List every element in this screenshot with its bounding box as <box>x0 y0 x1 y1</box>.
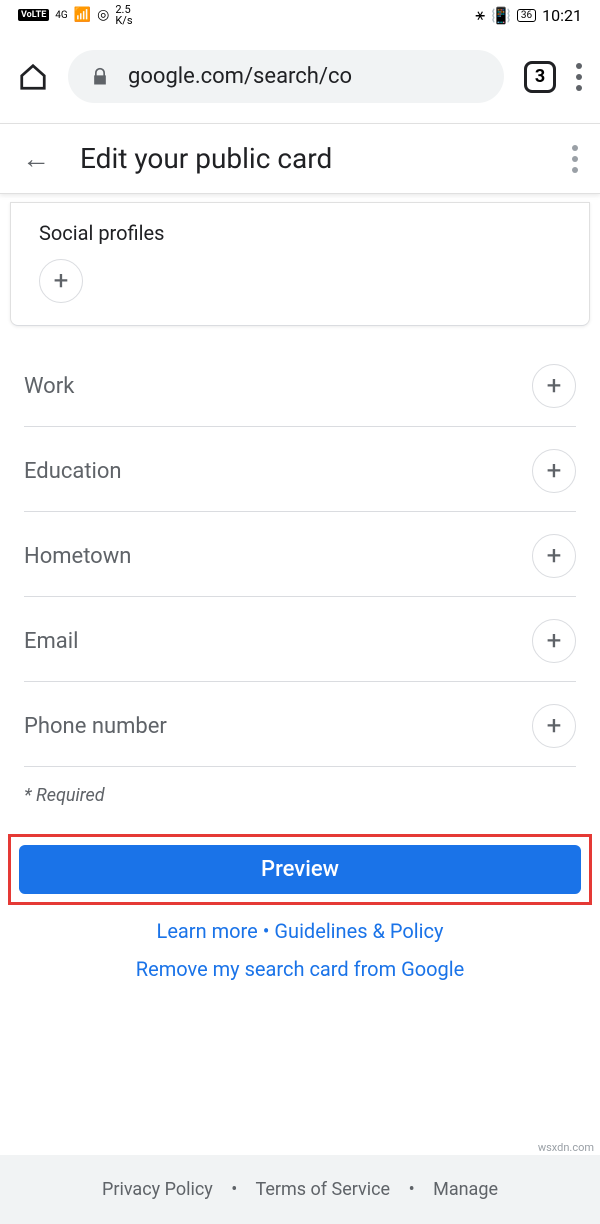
field-row-work[interactable]: Work + <box>24 342 576 427</box>
separator: • <box>263 919 275 943</box>
footer: Privacy Policy • Terms of Service • Mana… <box>0 1155 600 1224</box>
browser-bar: google.com/search/co 3 <box>0 30 600 123</box>
add-education-button[interactable]: + <box>532 449 576 493</box>
field-row-hometown[interactable]: Hometown + <box>24 512 576 597</box>
volte-badge: VoLTE <box>18 9 49 21</box>
field-row-email[interactable]: Email + <box>24 597 576 682</box>
url-bar[interactable]: google.com/search/co <box>68 50 504 103</box>
bluetooth-icon: ⚹ <box>475 5 485 25</box>
social-profiles-title: Social profiles <box>39 221 561 245</box>
info-links: Learn more • Guidelines & Policy <box>0 919 600 943</box>
tabs-button[interactable]: 3 <box>524 61 556 93</box>
battery-indicator: 36 <box>517 9 536 22</box>
back-arrow-icon[interactable]: ← <box>22 142 50 175</box>
signal-icon: 📶 <box>74 7 91 23</box>
terms-link[interactable]: Terms of Service <box>255 1179 390 1200</box>
privacy-link[interactable]: Privacy Policy <box>102 1179 213 1200</box>
learn-more-link[interactable]: Learn more <box>157 919 258 943</box>
remove-link-row: Remove my search card from Google <box>0 957 600 981</box>
add-work-button[interactable]: + <box>532 364 576 408</box>
hotspot-icon: ◎ <box>97 7 109 23</box>
network-indicator: 4G <box>55 10 67 21</box>
page-header: ← Edit your public card <box>0 123 600 194</box>
guidelines-link[interactable]: Guidelines & Policy <box>274 919 443 943</box>
status-bar: VoLTE 4G 📶 ◎ 2.5K/s ⚹ 📳 36 10:21 <box>0 0 600 30</box>
required-note: * Required <box>24 785 576 806</box>
field-label: Hometown <box>24 544 131 569</box>
add-social-button[interactable]: + <box>39 259 83 303</box>
preview-button[interactable]: Preview <box>19 845 581 894</box>
manage-link[interactable]: Manage <box>433 1179 498 1200</box>
remove-card-link[interactable]: Remove my search card from Google <box>136 957 464 981</box>
field-label: Email <box>24 629 78 654</box>
separator: • <box>409 1179 415 1200</box>
status-left: VoLTE 4G 📶 ◎ 2.5K/s <box>18 4 133 26</box>
field-row-education[interactable]: Education + <box>24 427 576 512</box>
home-icon[interactable] <box>18 62 48 92</box>
page-title: Edit your public card <box>80 142 542 175</box>
field-label: Education <box>24 459 122 484</box>
vibrate-icon: 📳 <box>491 6 511 25</box>
separator: • <box>231 1179 237 1200</box>
social-profiles-card: Social profiles + <box>10 202 590 326</box>
url-text: google.com/search/co <box>128 64 352 89</box>
watermark: wsxdn.com <box>538 1141 594 1154</box>
field-label: Phone number <box>24 714 167 739</box>
lock-icon <box>90 67 110 87</box>
field-list: Work + Education + Hometown + Email + Ph… <box>0 326 600 806</box>
speed-indicator: 2.5K/s <box>115 4 132 26</box>
page-menu-icon[interactable] <box>572 145 578 173</box>
preview-highlight: Preview <box>8 834 592 905</box>
field-label: Work <box>24 374 74 399</box>
add-hometown-button[interactable]: + <box>532 534 576 578</box>
add-phone-button[interactable]: + <box>532 704 576 748</box>
status-right: ⚹ 📳 36 10:21 <box>475 5 582 25</box>
clock: 10:21 <box>542 6 582 25</box>
tabs-count: 3 <box>535 66 545 87</box>
field-row-phone[interactable]: Phone number + <box>24 682 576 767</box>
add-email-button[interactable]: + <box>532 619 576 663</box>
browser-menu-icon[interactable] <box>576 63 582 91</box>
